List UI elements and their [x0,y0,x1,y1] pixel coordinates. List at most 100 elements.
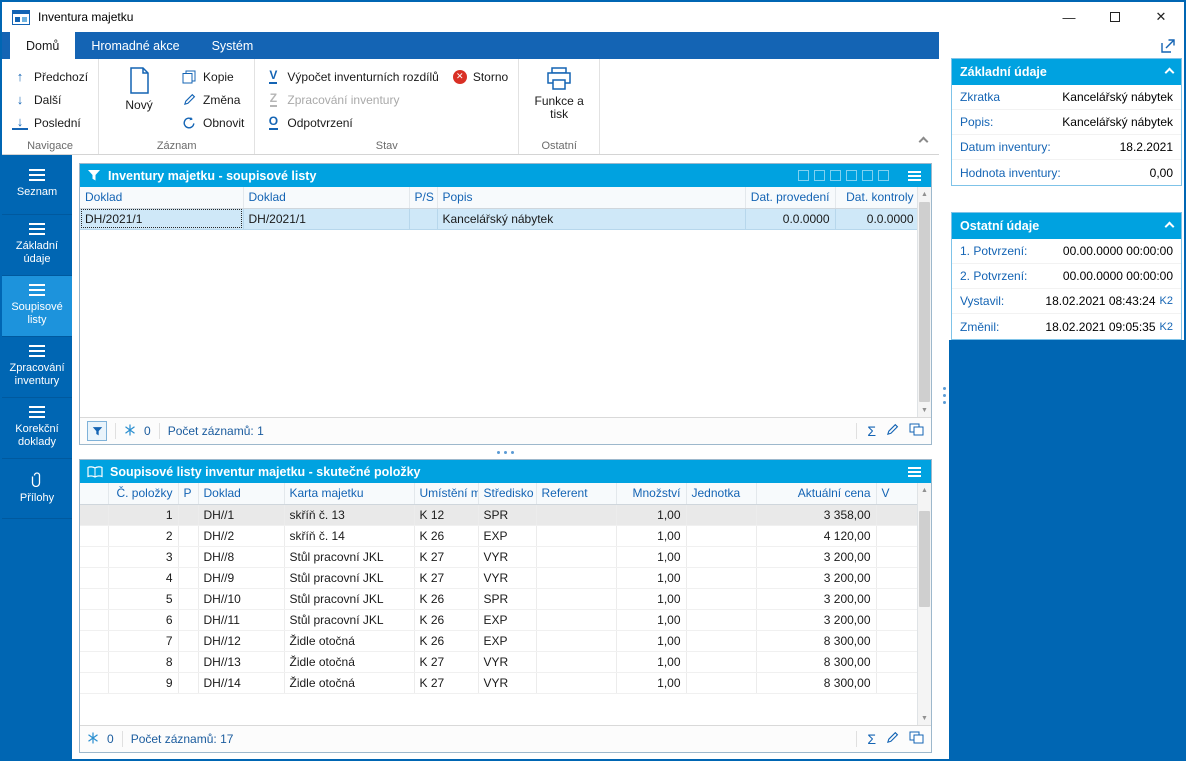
table-cell[interactable] [178,651,198,672]
table-cell[interactable] [178,588,198,609]
edit-icon[interactable] [886,731,899,747]
table-cell[interactable]: DH/2021/1 [243,208,409,229]
table-cell[interactable]: DH//8 [198,546,284,567]
table-cell[interactable]: 3 200,00 [756,567,876,588]
table-cell[interactable]: 1,00 [616,672,686,693]
column-header[interactable]: Množství [616,483,686,504]
table-cell[interactable] [686,525,756,546]
column-header[interactable]: Doklad [80,187,243,208]
copy-button[interactable]: Kopie [181,67,244,86]
table-cell[interactable] [178,630,198,651]
table-cell[interactable] [876,651,917,672]
table-cell[interactable] [80,546,108,567]
table-cell[interactable] [80,567,108,588]
sidebar-item-soupisove-listy[interactable]: Soupisové listy [2,276,72,337]
scrollbar-thumb[interactable] [919,202,930,402]
table-cell[interactable]: EXP [478,630,536,651]
scroll-up-icon[interactable]: ▲ [918,483,931,497]
table-cell[interactable]: SPR [478,588,536,609]
table-cell[interactable] [686,672,756,693]
table-cell[interactable]: 1,00 [616,651,686,672]
column-header[interactable]: Referent [536,483,616,504]
column-header[interactable]: Doklad [243,187,409,208]
column-header[interactable] [80,483,108,504]
sidebar-item-zakladni-udaje[interactable]: Základní údaje [2,215,72,276]
next-button[interactable]: ↓ Další [12,90,88,109]
table-cell[interactable]: 0.0.0000 [745,208,835,229]
column-header[interactable]: Karta majetku [284,483,414,504]
last-button[interactable]: ↓ Poslední [12,113,88,132]
table-row[interactable]: 7DH//12Židle otočnáK 26EXP1,008 300,00 [80,630,917,651]
table-cell[interactable] [536,609,616,630]
table-cell[interactable] [876,525,917,546]
column-header[interactable]: Aktuální cena [756,483,876,504]
table-cell[interactable]: VYR [478,672,536,693]
scroll-down-icon[interactable]: ▼ [918,403,931,417]
scrollbar-track[interactable] [918,497,931,711]
refresh-button[interactable]: Obnovit [181,113,244,132]
table-cell[interactable]: K 26 [414,630,478,651]
column-header[interactable]: Dat. kontroly [835,187,917,208]
table-cell[interactable] [536,588,616,609]
table-cell[interactable]: skříň č. 14 [284,525,414,546]
table-cell[interactable]: 6 [108,609,178,630]
table-cell[interactable] [686,609,756,630]
table-cell[interactable] [876,672,917,693]
table-cell[interactable] [80,672,108,693]
panel-menu-icon[interactable] [904,171,924,181]
column-header[interactable]: Doklad [198,483,284,504]
unconfirm-button[interactable]: O Odpotvrzení [265,113,508,132]
scroll-down-icon[interactable]: ▼ [918,711,931,725]
sidebar-item-seznam[interactable]: Seznam [2,155,72,215]
sidebar-item-prilohy[interactable]: Přílohy [2,459,72,519]
table-cell[interactable] [686,567,756,588]
table-cell[interactable]: DH/2021/1 [80,208,243,229]
table-cell[interactable]: 3 [108,546,178,567]
table-cell[interactable]: 0.0.0000 [835,208,917,229]
table-cell[interactable]: 2 [108,525,178,546]
calc-inventory-differences-button[interactable]: V Výpočet inventurních rozdílů [265,67,438,86]
table-cell[interactable]: K 26 [414,609,478,630]
panel-menu-icon[interactable] [904,467,924,477]
table-cell[interactable]: EXP [478,609,536,630]
table-cell[interactable]: EXP [478,525,536,546]
scrollbar-thumb[interactable] [919,511,930,607]
sidebar-item-zpracovani-inventury[interactable]: Zpracování inventury [2,337,72,398]
table-row[interactable]: 8DH//13Židle otočnáK 27VYR1,008 300,00 [80,651,917,672]
table-cell[interactable] [80,525,108,546]
table-cell[interactable]: 8 300,00 [756,672,876,693]
table-cell[interactable] [178,525,198,546]
table-cell[interactable]: VYR [478,651,536,672]
vertical-scrollbar[interactable]: ▲ ▼ [917,187,931,417]
table-cell[interactable]: K 27 [414,672,478,693]
table-cell[interactable]: K 27 [414,651,478,672]
table-cell[interactable]: DH//13 [198,651,284,672]
table-cell[interactable]: 1,00 [616,567,686,588]
table-row[interactable]: DH/2021/1DH/2021/1Kancelářský nábytek0.0… [80,208,917,229]
horizontal-splitter[interactable] [79,445,932,459]
sidebar-item-korekcni-doklady[interactable]: Korekční doklady [2,398,72,459]
functions-print-button[interactable]: Funkce a tisk [529,65,589,121]
table-cell[interactable] [686,588,756,609]
table-cell[interactable]: 8 300,00 [756,630,876,651]
table-cell[interactable]: DH//14 [198,672,284,693]
column-header[interactable]: Jednotka [686,483,756,504]
table-cell[interactable] [80,651,108,672]
table-cell[interactable] [536,672,616,693]
table-cell[interactable]: DH//1 [198,504,284,525]
table-cell[interactable]: 1,00 [616,504,686,525]
column-header[interactable]: P/S [409,187,437,208]
previous-button[interactable]: ↑ Předchozí [12,67,88,86]
column-header[interactable]: Č. položky [108,483,178,504]
grid-settings-icon[interactable] [909,731,924,747]
table-cell[interactable] [536,525,616,546]
table-cell[interactable]: 1,00 [616,609,686,630]
edit-icon[interactable] [886,423,899,439]
tab-system[interactable]: Systém [196,32,270,59]
table-cell[interactable] [536,504,616,525]
table-cell[interactable] [536,651,616,672]
minimize-button[interactable]: — [1046,2,1092,32]
table-cell[interactable]: 1 [108,504,178,525]
new-button[interactable]: Nový [109,65,169,134]
table-cell[interactable] [409,208,437,229]
